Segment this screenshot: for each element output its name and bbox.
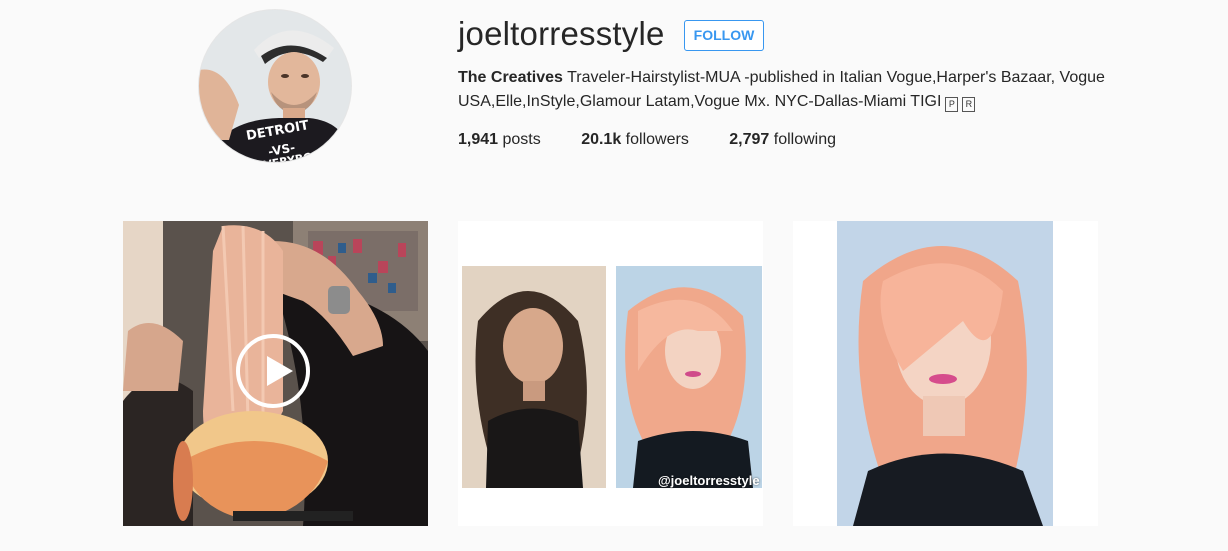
post-thumbnail-portrait[interactable] <box>793 221 1098 526</box>
post-thumbnail-video[interactable] <box>123 221 428 526</box>
stat-following[interactable]: 2,797 following <box>729 130 836 150</box>
followers-label: followers <box>621 131 689 148</box>
posts-count: 1,941 <box>458 131 499 148</box>
bio-name: The Creatives <box>458 69 563 86</box>
stat-followers[interactable]: 20.1k followers <box>581 130 689 150</box>
bio-glyph-p: P <box>945 97 959 112</box>
profile-username: joeltorresstyle <box>458 15 665 52</box>
following-count: 2,797 <box>729 131 770 148</box>
following-label: following <box>769 131 837 148</box>
profile-page: DETROIT -VS- EVERYBODY joeltorresstyle F… <box>0 0 1228 551</box>
follow-button[interactable]: FOLLOW <box>684 20 764 51</box>
profile-stats: 1,941 posts 20.1k followers 2,797 follow… <box>458 130 872 150</box>
stat-posts: 1,941 posts <box>458 130 541 150</box>
followers-count: 20.1k <box>581 131 622 148</box>
post-watermark: @joeltorresstyle <box>658 473 760 488</box>
play-icon <box>236 334 310 408</box>
profile-bio: The Creatives Traveler-Hairstylist-MUA -… <box>458 66 1108 114</box>
post-thumbnail-before-after[interactable]: @joeltorresstyle <box>458 221 763 526</box>
profile-avatar[interactable]: DETROIT -VS- EVERYBODY <box>199 10 351 162</box>
posts-label: posts <box>498 131 541 148</box>
bio-glyph-r: R <box>962 97 976 112</box>
